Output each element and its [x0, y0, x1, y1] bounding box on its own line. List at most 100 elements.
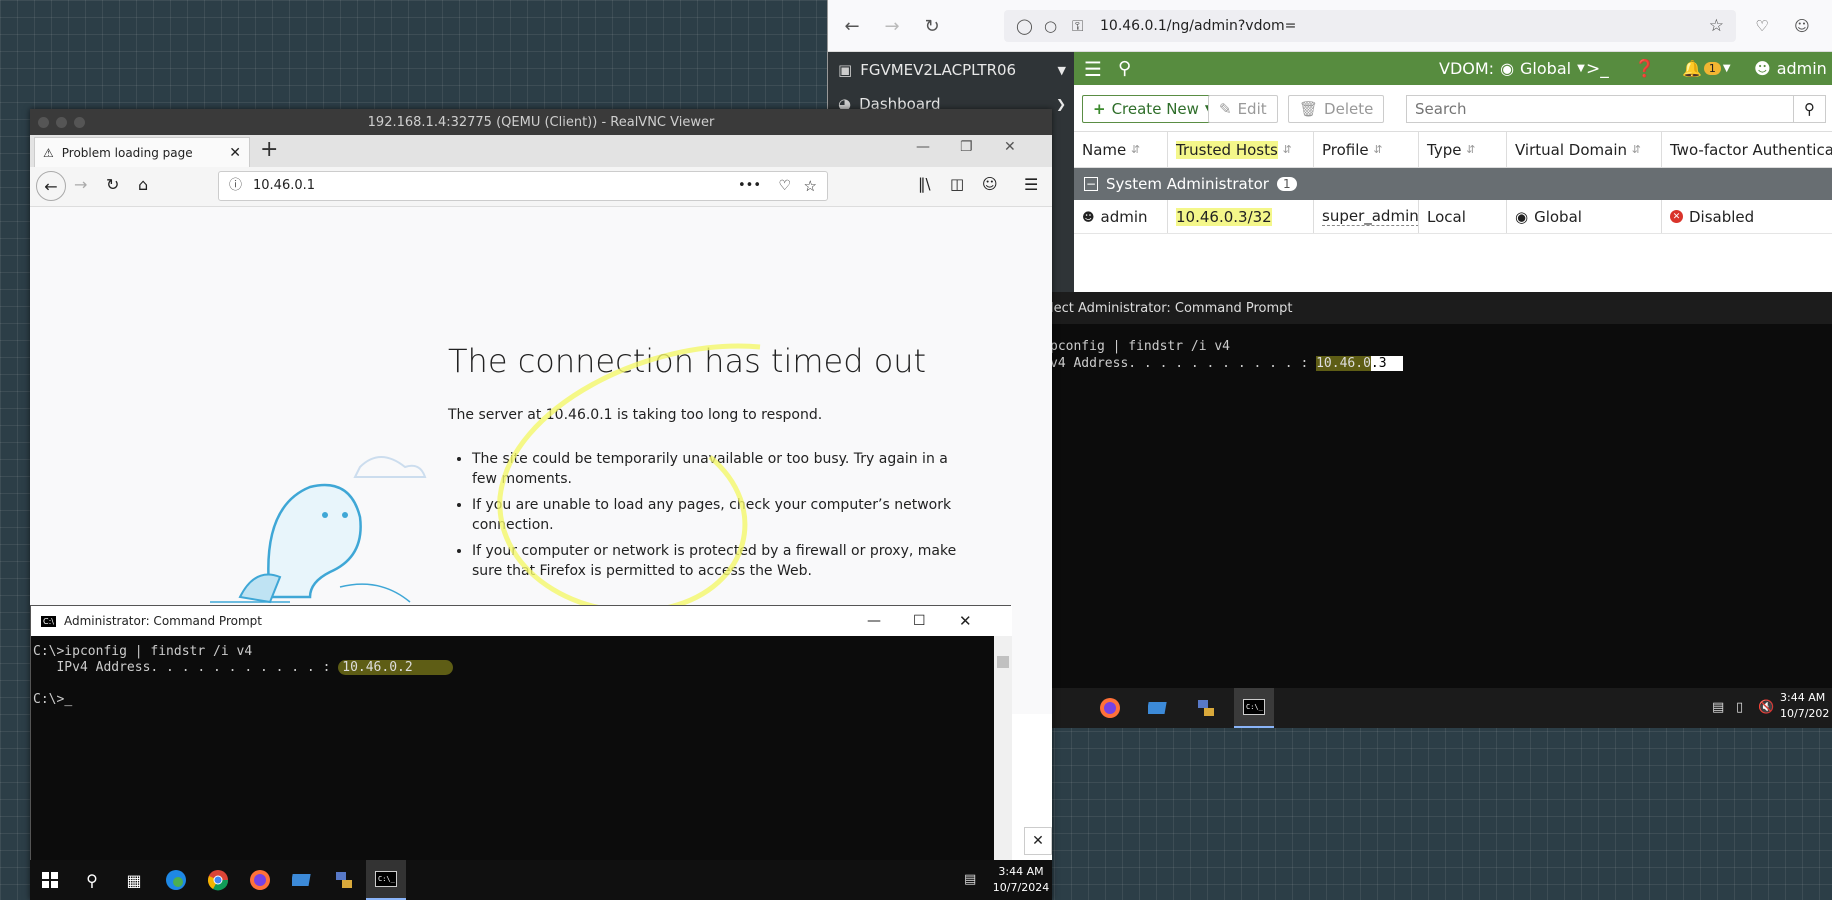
- vm-browser-toolbar: ← → ↻ ⌂ ⓘ 10.46.0.1 ••• ♡ ☆ ‖\ ◫ ☺ ☰: [30, 167, 1052, 207]
- delete-label: Delete: [1324, 100, 1374, 118]
- network-tool-icon[interactable]: [1186, 688, 1226, 728]
- task-view-icon[interactable]: ▦: [114, 860, 154, 900]
- chrome-icon[interactable]: [198, 860, 238, 900]
- restore-icon[interactable]: ❐: [960, 139, 973, 155]
- bookmark-star-icon[interactable]: ☆: [804, 172, 817, 200]
- column-header-trusted-hosts[interactable]: Trusted Hosts ⇵: [1168, 132, 1314, 167]
- create-new-button[interactable]: + Create New ▼: [1082, 95, 1223, 123]
- column-header-type[interactable]: Type ⇵: [1419, 132, 1507, 167]
- group-row[interactable]: − System Administrator 1: [1074, 168, 1832, 200]
- pocket-icon[interactable]: ♡: [778, 172, 791, 200]
- search-icon[interactable]: ⚲: [1793, 96, 1825, 122]
- user-name: admin: [1776, 59, 1827, 78]
- url-bar[interactable]: ⓘ 10.46.0.1 ••• ♡ ☆: [218, 171, 828, 201]
- reload-icon[interactable]: ↻: [916, 10, 948, 42]
- scrollbar[interactable]: [994, 636, 1012, 864]
- cmd-taskbar-icon[interactable]: C:\_: [1234, 688, 1274, 728]
- search-input[interactable]: [1407, 96, 1767, 122]
- cmd-output[interactable]: C:\>ipconfig | findstr /i v4 IPv4 Addres…: [31, 636, 994, 864]
- remote-taskbar: C:\_ ▤ ▯ 🔇 3:44 AM 10/7/202: [1050, 688, 1832, 728]
- delete-button[interactable]: 🗑 Delete: [1288, 95, 1385, 123]
- pocket-icon[interactable]: ♡: [1746, 10, 1778, 42]
- column-header-profile[interactable]: Profile ⇵: [1314, 132, 1419, 167]
- key-icon[interactable]: ⚿: [1072, 10, 1083, 42]
- reload-icon[interactable]: ↻: [106, 175, 119, 194]
- close-dot-icon[interactable]: [38, 117, 49, 128]
- search-icon[interactable]: ⚲: [1118, 58, 1131, 79]
- help-icon[interactable]: ❓: [1634, 59, 1655, 79]
- scrollbar-thumb[interactable]: [997, 656, 1009, 668]
- column-header-two-factor[interactable]: Two-factor Authenticatio: [1662, 132, 1832, 167]
- column-header-name[interactable]: Name ⇵: [1074, 132, 1168, 167]
- firefox-icon[interactable]: [1090, 688, 1130, 728]
- vdom-selector[interactable]: VDOM: ◉ Global ▼: [1439, 59, 1585, 78]
- account-icon[interactable]: ☺: [982, 175, 998, 193]
- network-icon[interactable]: ▤: [1712, 700, 1724, 715]
- new-tab-icon[interactable]: +: [260, 137, 278, 162]
- menu-icon[interactable]: ☰: [1084, 57, 1102, 81]
- vm-browser-tabstrip: ⚠ Problem loading page ✕ + — ❐ ✕: [30, 135, 1052, 167]
- tab-problem-loading[interactable]: ⚠ Problem loading page ✕: [34, 137, 250, 167]
- close-icon[interactable]: ✕: [1004, 139, 1016, 155]
- forward-icon[interactable]: →: [74, 175, 87, 194]
- home-icon[interactable]: ⌂: [138, 175, 148, 194]
- column-header-virtual-domain[interactable]: Virtual Domain ⇵: [1507, 132, 1662, 167]
- maximize-icon[interactable]: ☐: [913, 613, 926, 629]
- edit-button[interactable]: ✎ Edit: [1208, 95, 1278, 123]
- windows-start-icon[interactable]: [30, 860, 70, 900]
- cmd-output[interactable]: pconfig | findstr /i v4 v4 Address. . . …: [1050, 324, 1832, 688]
- cell-text[interactable]: super_admin: [1322, 207, 1418, 226]
- account-icon[interactable]: ☺: [1786, 10, 1818, 42]
- cmd-line: C:\>_: [33, 692, 992, 708]
- usb-icon[interactable]: ▯: [1736, 700, 1743, 715]
- group-label: System Administrator: [1106, 175, 1269, 193]
- clock[interactable]: 3:44 AM 10/7/2024: [990, 860, 1052, 900]
- clock[interactable]: 3:44 AM 10/7/202: [1780, 690, 1829, 722]
- firefox-icon[interactable]: [240, 860, 280, 900]
- network-tool-icon[interactable]: [324, 860, 364, 900]
- device-selector[interactable]: ▣ FGVMEV2LACPLTR06 ▼: [838, 58, 1074, 82]
- minimize-icon[interactable]: —: [867, 613, 881, 629]
- notifications-button[interactable]: 🔔 1 ▼: [1682, 59, 1731, 78]
- forward-icon[interactable]: →: [876, 10, 908, 42]
- url-bar[interactable]: ◯ ○ ⚿ 10.46.0.1/ng/admin?vdom= ☆: [1004, 10, 1736, 42]
- cell-name: ☻ admin: [1074, 200, 1168, 233]
- close-icon[interactable]: ✕: [959, 612, 972, 630]
- page-actions-icon[interactable]: •••: [738, 172, 761, 200]
- sidebar-icon[interactable]: ◫: [950, 175, 964, 193]
- svg-text:C:\_: C:\_: [1246, 703, 1264, 711]
- cmd-taskbar-icon[interactable]: C:\_: [366, 860, 406, 900]
- zoom-dot-icon[interactable]: [74, 117, 85, 128]
- cli-console-icon[interactable]: >_: [1586, 59, 1609, 79]
- minimize-icon[interactable]: —: [916, 139, 930, 155]
- cmd-title-bar: lect Administrator: Command Prompt: [1050, 292, 1832, 324]
- menu-icon[interactable]: ☰: [1024, 175, 1038, 194]
- volume-muted-icon[interactable]: 🔇: [1758, 700, 1774, 715]
- close-tab-icon[interactable]: ✕: [229, 145, 241, 161]
- close-notification-icon[interactable]: ✕: [1024, 827, 1052, 855]
- cmd-line: C:\>ipconfig | findstr /i v4: [33, 644, 253, 659]
- search-icon[interactable]: ⚲: [72, 860, 112, 900]
- server-manager-icon[interactable]: [1138, 688, 1178, 728]
- back-icon[interactable]: ←: [36, 171, 66, 201]
- library-icon[interactable]: ‖\: [918, 175, 931, 193]
- warning-icon: ⚠: [43, 145, 54, 160]
- window-title: lect Administrator: Command Prompt: [1050, 300, 1293, 316]
- minimize-dot-icon[interactable]: [56, 117, 67, 128]
- device-name: FGVMEV2LACPLTR06: [860, 61, 1017, 79]
- collapse-icon[interactable]: −: [1084, 177, 1098, 191]
- edge-icon[interactable]: [156, 860, 196, 900]
- bookmark-star-icon[interactable]: ☆: [1709, 10, 1724, 42]
- group-count-badge: 1: [1276, 177, 1297, 191]
- back-icon[interactable]: ←: [836, 10, 868, 42]
- permissions-icon[interactable]: ○: [1044, 10, 1057, 42]
- table-row[interactable]: ☻ admin 10.46.0.3/32 super_admin Local ◉ G…: [1074, 200, 1832, 234]
- clock-time: 3:44 AM: [998, 865, 1044, 878]
- selected-text: .3: [1370, 356, 1403, 371]
- server-manager-icon[interactable]: [282, 860, 322, 900]
- user-menu[interactable]: ☻ admin ▼: [1754, 59, 1832, 78]
- column-label: Trusted Hosts: [1176, 140, 1278, 159]
- info-icon[interactable]: ⓘ: [229, 172, 242, 200]
- notifications-icon[interactable]: ▤: [964, 872, 976, 887]
- globe-icon: ◉: [1515, 207, 1529, 226]
